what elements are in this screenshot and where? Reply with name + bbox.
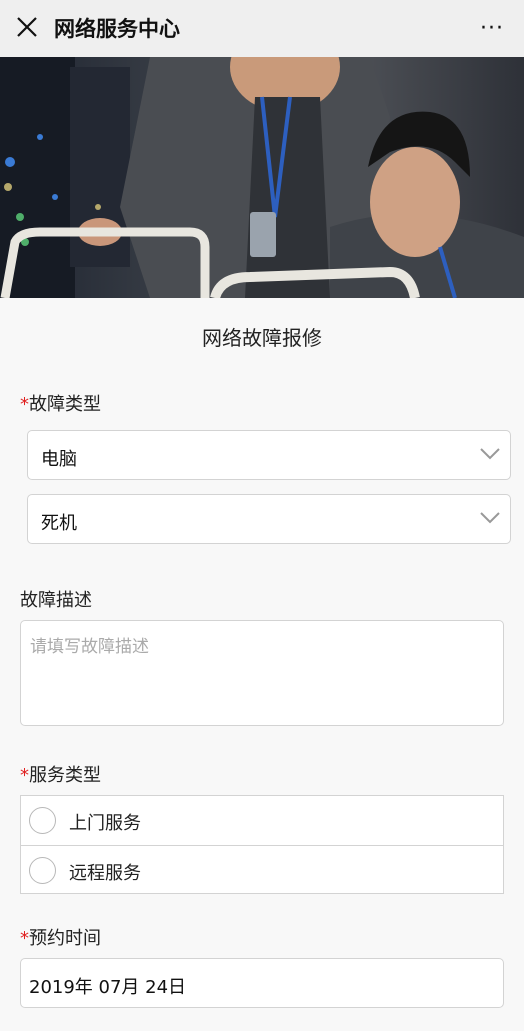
radio-option-onsite[interactable]: 上门服务: [21, 796, 503, 845]
required-mark: *: [20, 394, 29, 415]
form-title: 网络故障报修: [202, 326, 322, 350]
page-title: 网络服务中心: [54, 17, 180, 41]
navigation-bar: 网络服务中心 ···: [0, 0, 524, 57]
fault-symptom-select[interactable]: 死机: [27, 494, 511, 544]
appointment-date-value: 2019年 07月 24日: [29, 977, 187, 998]
radio-option-label: 远程服务: [69, 863, 141, 884]
radio-circle-icon[interactable]: [29, 857, 56, 884]
fault-device-value: 电脑: [41, 449, 77, 470]
fault-type-label: *故障类型: [20, 390, 101, 416]
description-label: 故障描述: [20, 590, 92, 611]
required-mark: *: [20, 765, 29, 786]
fault-device-select[interactable]: 电脑: [27, 430, 511, 480]
service-type-radio-group: 上门服务 远程服务: [20, 795, 504, 894]
chevron-down-icon: [480, 512, 500, 524]
radio-option-remote[interactable]: 远程服务: [21, 845, 503, 894]
description-textarea[interactable]: 请填写故障描述: [20, 620, 504, 726]
fault-type-label-text: 故障类型: [29, 394, 101, 415]
description-placeholder: 请填写故障描述: [30, 637, 149, 657]
required-mark: *: [20, 928, 29, 949]
fault-symptom-value: 死机: [41, 513, 77, 534]
radio-option-label: 上门服务: [69, 813, 141, 834]
close-icon[interactable]: [14, 14, 40, 40]
service-type-label: *服务类型: [20, 761, 101, 787]
more-icon[interactable]: ···: [480, 16, 504, 41]
appointment-label: *预约时间: [20, 924, 101, 950]
hero-banner-image: [0, 57, 524, 298]
radio-circle-icon[interactable]: [29, 807, 56, 834]
service-type-label-text: 服务类型: [29, 765, 101, 786]
chevron-down-icon: [480, 448, 500, 460]
appointment-label-text: 预约时间: [29, 928, 101, 949]
appointment-date-input[interactable]: 2019年 07月 24日: [20, 958, 504, 1008]
